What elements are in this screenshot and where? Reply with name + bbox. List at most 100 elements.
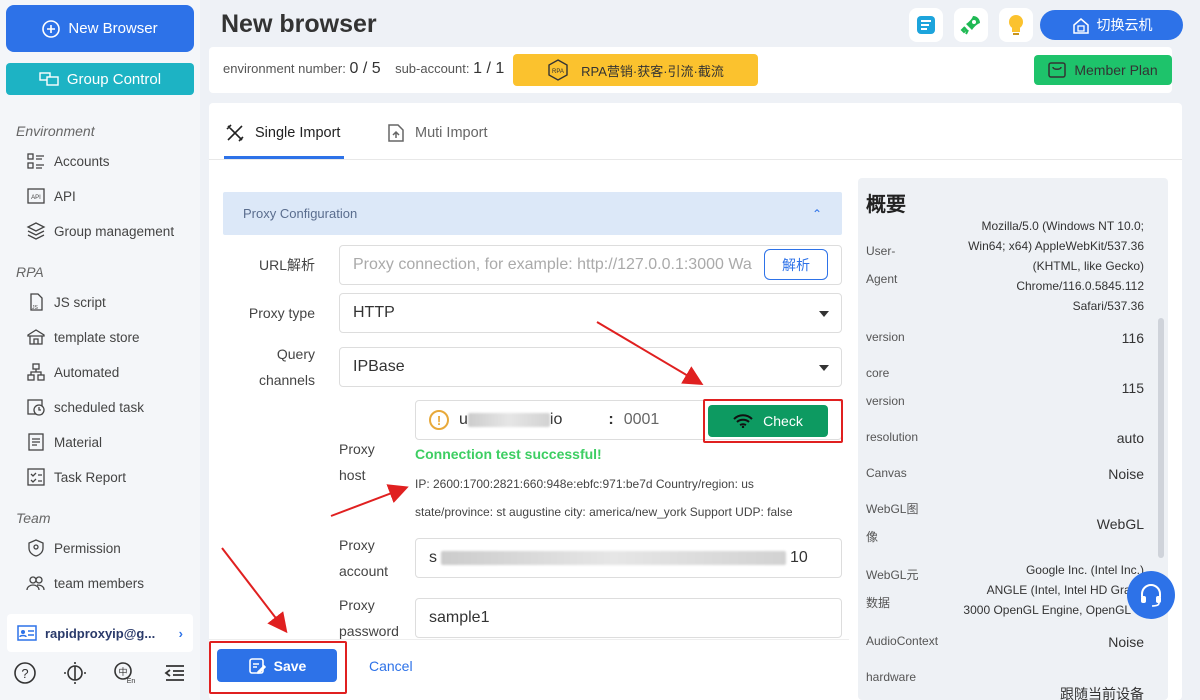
- user-agent-label: User- Agent: [866, 237, 897, 293]
- hardware-value: 跟随当前设备: [1060, 686, 1144, 700]
- group-control-button[interactable]: Group Control: [6, 63, 194, 95]
- core-version-label-2: version: [866, 394, 905, 408]
- api-icon: API: [27, 188, 45, 204]
- sidebar-item-task-report[interactable]: Task Report: [26, 465, 126, 489]
- file-upload-icon: [388, 124, 404, 142]
- core-version-value: 115: [1121, 380, 1144, 396]
- proxy-host-line-1: Proxy: [339, 441, 375, 457]
- sidebar-item-label: Automated: [54, 364, 120, 380]
- webgl-image-label: WebGL图 像: [866, 495, 918, 551]
- webgl-image-value: WebGL: [1096, 516, 1144, 532]
- rpa-badge-icon: RPA: [548, 59, 568, 81]
- svg-text:En: En: [127, 678, 136, 685]
- users-icon: [26, 576, 45, 591]
- sidebar-item-team-members[interactable]: team members: [26, 571, 144, 595]
- proxy-host-mid: io: [549, 411, 563, 428]
- proxy-config-title: Proxy Configuration: [243, 206, 358, 221]
- tab-single-import[interactable]: Single Import: [225, 123, 340, 143]
- usage-stats: environment number: 0 / 5 sub-account: 1…: [223, 60, 504, 78]
- sidebar-item-accounts[interactable]: Accounts: [26, 149, 110, 173]
- theme-icon[interactable]: [63, 661, 87, 685]
- sidebar-item-js-script[interactable]: JS JS script: [26, 290, 106, 314]
- id-card-icon: [17, 625, 37, 641]
- summary-scrollbar[interactable]: [1158, 318, 1164, 558]
- webgl-meta-value: Google Inc. (Intel Inc.) ANGLE (Intel, I…: [904, 560, 1144, 620]
- proxy-host-prefix: u: [459, 411, 468, 428]
- sidebar-item-template-store[interactable]: template store: [26, 325, 140, 349]
- group-control-icon: [39, 72, 59, 86]
- member-plan-button[interactable]: Member Plan: [1034, 55, 1172, 85]
- env-number-label: environment number:: [223, 61, 346, 76]
- webgl-image-label-2: 像: [866, 530, 879, 544]
- docs-button[interactable]: [909, 8, 943, 42]
- port-separator: :: [608, 411, 614, 428]
- sidebar-item-label: Permission: [54, 540, 121, 556]
- parse-button[interactable]: 解析: [764, 249, 828, 280]
- sidebar-item-material[interactable]: Material: [26, 430, 102, 454]
- proxy-type-select[interactable]: HTTP: [339, 293, 842, 333]
- tab-label: Single Import: [255, 125, 341, 141]
- webgl-meta-line: ANGLE (Intel, Intel HD Graph: [986, 583, 1144, 597]
- proxy-account-prefix: s: [429, 549, 437, 566]
- chevron-up-icon: ⌃: [811, 206, 822, 221]
- new-browser-button[interactable]: New Browser: [6, 5, 194, 52]
- sub-account-label: sub-account:: [395, 61, 470, 76]
- lightbulb-icon: [1009, 15, 1023, 35]
- language-icon[interactable]: 中En: [113, 661, 137, 685]
- proxy-password-input[interactable]: sample1: [415, 598, 842, 638]
- section-team: Team: [16, 510, 51, 526]
- redacted-account: [441, 551, 786, 565]
- webgl-image-label-1: WebGL图: [866, 502, 919, 516]
- tab-multi-import[interactable]: Muti Import: [387, 123, 488, 143]
- proxy-type-label: Proxy type: [248, 305, 315, 321]
- ua-line: (KHTML, like Gecko): [1032, 259, 1144, 273]
- rpa-banner[interactable]: RPA RPA营销·获客·引流·截流: [513, 54, 758, 86]
- list-icon: [27, 153, 44, 169]
- switch-cloud-label: 切换云机: [1096, 17, 1153, 33]
- document-icon: [28, 433, 44, 451]
- sidebar-item-permission[interactable]: Permission: [26, 536, 121, 560]
- rocket-icon: [960, 16, 980, 35]
- rpa-banner-text: RPA营销·获客·引流·截流: [581, 63, 724, 79]
- proxy-port-value: 0001: [623, 411, 660, 428]
- url-parse-placeholder: Proxy connection, for example: http://12…: [353, 256, 752, 273]
- resolution-value: auto: [1116, 430, 1144, 446]
- proxy-account-input[interactable]: s 10: [415, 538, 842, 578]
- ua-line: Win64; x64) AppleWebKit/537.36: [968, 239, 1144, 253]
- sidebar-item-label: scheduled task: [54, 399, 145, 415]
- tab-label: Muti Import: [415, 125, 488, 141]
- cancel-button[interactable]: Cancel: [369, 658, 413, 674]
- tips-button[interactable]: [999, 8, 1033, 42]
- layers-icon: [26, 222, 46, 240]
- proxy-password-line-2: password: [339, 623, 399, 639]
- redacted-host: [467, 413, 550, 427]
- sidebar-item-scheduled-task[interactable]: scheduled task: [26, 395, 144, 419]
- switch-cloud-button[interactable]: 切换云机: [1040, 10, 1183, 40]
- sidebar-item-automated[interactable]: Automated: [26, 360, 119, 384]
- cloud-home-icon: [1072, 18, 1089, 34]
- webgl-meta-line: 3000 OpenGL Engine, OpenGL 4.: [963, 603, 1144, 617]
- info-bar: environment number: 0 / 5 sub-account: 1…: [209, 47, 1172, 93]
- proxy-config-header[interactable]: Proxy Configuration ⌃: [223, 192, 842, 235]
- proxy-password-line-1: Proxy: [339, 597, 375, 613]
- query-channels-select[interactable]: IPBase: [339, 347, 842, 387]
- help-icon[interactable]: ?: [13, 661, 37, 685]
- audio-context-value: Noise: [1108, 634, 1144, 650]
- sidebar-item-label: team members: [54, 575, 145, 591]
- svg-text:?: ?: [21, 666, 28, 681]
- menu-collapse-icon[interactable]: [163, 661, 187, 685]
- dropdown-arrow-icon: [819, 365, 829, 371]
- version-value: 116: [1121, 330, 1144, 346]
- query-channels-line-1: Query: [276, 346, 315, 362]
- ip-info-line-1: IP: 2600:1700:2821:660:948e:ebfc:971:be7…: [415, 477, 754, 491]
- sidebar-item-api[interactable]: API API: [26, 184, 76, 208]
- rocket-button[interactable]: [954, 8, 988, 42]
- sidebar-item-group-management[interactable]: Group management: [26, 219, 174, 243]
- proxy-password-value: sample1: [429, 609, 490, 626]
- account-card[interactable]: rapidproxyip@g... ›: [7, 614, 193, 652]
- summary-title: 概要: [866, 194, 906, 216]
- main-panel: Single Import Muti Import Proxy Configur…: [209, 103, 1182, 700]
- store-icon: [27, 329, 45, 345]
- support-button[interactable]: [1127, 571, 1175, 619]
- js-file-icon: JS: [30, 293, 43, 311]
